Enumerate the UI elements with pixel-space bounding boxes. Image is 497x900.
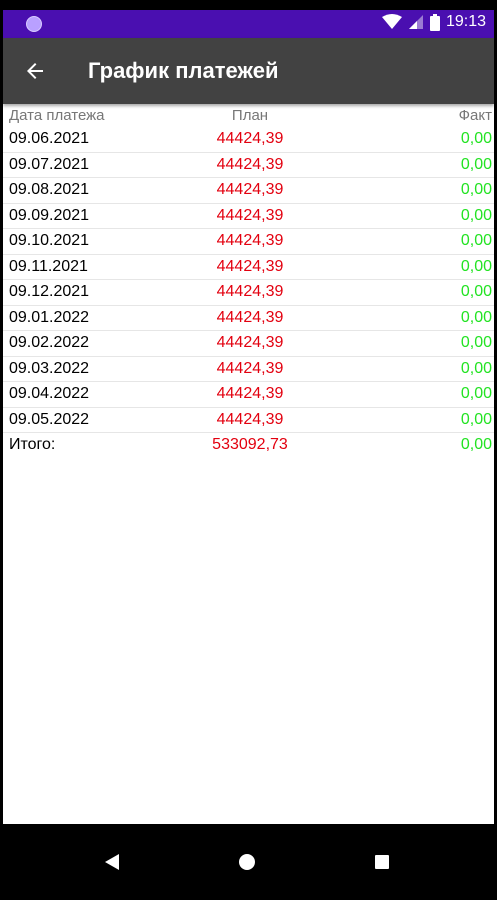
row-fact: 0,00	[460, 206, 492, 224]
row-date: 09.03.2022	[9, 359, 90, 377]
arrow-back-icon	[27, 63, 43, 79]
wifi-icon	[381, 14, 402, 29]
table-row: 09.03.2022 44424,39 0,00	[3, 357, 494, 382]
nav-recents-button[interactable]	[352, 824, 412, 900]
status-time: 19:13	[445, 13, 486, 30]
row-fact: 0,00	[460, 257, 492, 275]
row-fact: 0,00	[460, 308, 492, 326]
table-row: 09.12.2021 44424,39 0,00	[3, 280, 494, 306]
header-plan: План	[231, 107, 269, 124]
row-date: 09.06.2021	[9, 130, 90, 147]
header-fact: Факт	[458, 107, 492, 124]
total-fact: 0,00	[460, 436, 492, 453]
table-row: 09.02.2022 44424,39 0,00	[3, 331, 494, 357]
row-fact: 0,00	[460, 181, 492, 198]
row-plan: 44424,39	[216, 130, 284, 147]
cell-signal-icon	[408, 15, 423, 29]
row-fact: 0,00	[460, 130, 492, 147]
row-plan: 44424,39	[216, 308, 284, 326]
row-date: 09.01.2022	[9, 308, 90, 326]
row-plan: 44424,39	[216, 283, 284, 300]
table-row: 09.07.2021 44424,39 0,00	[3, 153, 494, 178]
payment-schedule-table: Дата платежа План Факт 09.06.2021 44424,…	[3, 104, 494, 824]
row-plan: 44424,39	[216, 385, 284, 402]
table-row: 09.11.2021 44424,39 0,00	[3, 255, 494, 280]
row-fact: 0,00	[460, 283, 492, 300]
back-triangle-icon	[105, 854, 119, 870]
row-fact: 0,00	[460, 410, 492, 428]
row-date: 09.12.2021	[9, 283, 90, 300]
row-fact: 0,00	[460, 359, 492, 377]
navigation-bar	[3, 824, 494, 900]
battery-icon	[429, 13, 440, 31]
phone-screen: 19:13 График платежей Дата платежа План …	[3, 10, 494, 900]
total-row: Итого: 533092,73 0,00	[3, 433, 494, 458]
notification-dot-icon	[26, 16, 42, 32]
nav-home-button[interactable]	[217, 824, 277, 900]
home-circle-icon	[239, 854, 255, 870]
row-plan: 44424,39	[216, 410, 284, 428]
row-plan: 44424,39	[216, 257, 284, 275]
app-bar: График платежей	[3, 38, 494, 104]
table-row: 09.04.2022 44424,39 0,00	[3, 382, 494, 408]
table-header: Дата платежа План Факт	[3, 104, 494, 127]
table-row: 09.10.2021 44424,39 0,00	[3, 229, 494, 255]
total-plan: 533092,73	[212, 436, 288, 453]
back-button[interactable]	[19, 55, 51, 87]
row-date: 09.02.2022	[9, 334, 90, 351]
page-title: График платежей	[88, 58, 279, 83]
header-date: Дата платежа	[9, 107, 105, 124]
table-row: 09.05.2022 44424,39 0,00	[3, 408, 494, 433]
row-date: 09.05.2022	[9, 410, 90, 428]
row-fact: 0,00	[460, 155, 492, 173]
table-row: 09.08.2021 44424,39 0,00	[3, 178, 494, 204]
total-label: Итого:	[9, 436, 56, 453]
row-plan: 44424,39	[216, 232, 284, 249]
nav-back-button[interactable]	[82, 824, 142, 900]
row-plan: 44424,39	[216, 155, 284, 173]
row-fact: 0,00	[460, 385, 492, 402]
status-bar: 19:13	[3, 10, 494, 38]
row-fact: 0,00	[460, 232, 492, 249]
row-date: 09.11.2021	[9, 257, 88, 275]
row-plan: 44424,39	[216, 181, 284, 198]
row-date: 09.09.2021	[9, 206, 90, 224]
row-fact: 0,00	[460, 334, 492, 351]
table-row: 09.09.2021 44424,39 0,00	[3, 204, 494, 229]
row-plan: 44424,39	[216, 206, 284, 224]
row-date: 09.08.2021	[9, 181, 90, 198]
row-plan: 44424,39	[216, 334, 284, 351]
table-row: 09.01.2022 44424,39 0,00	[3, 306, 494, 331]
table-row: 09.06.2021 44424,39 0,00	[3, 127, 494, 153]
status-icons: 19:13	[381, 13, 486, 31]
row-date: 09.10.2021	[9, 232, 90, 249]
row-date: 09.07.2021	[9, 155, 90, 173]
recents-square-icon	[375, 855, 389, 869]
row-plan: 44424,39	[216, 359, 284, 377]
row-date: 09.04.2022	[9, 385, 90, 402]
